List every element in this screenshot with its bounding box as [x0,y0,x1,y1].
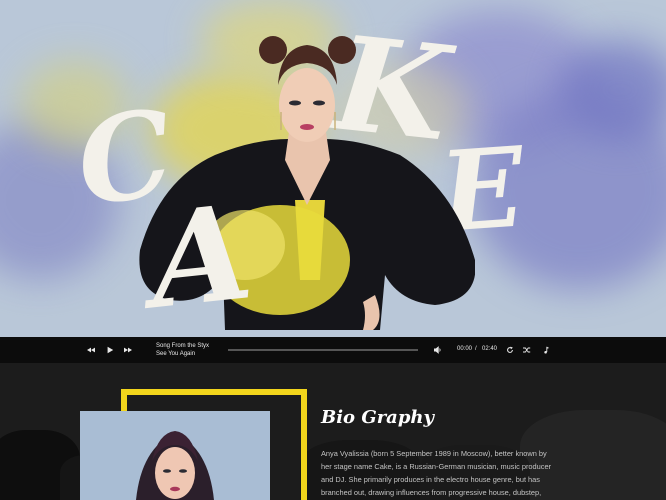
now-playing: Song From the Styx See You Again [156,342,209,358]
shuffle-icon[interactable] [520,337,534,363]
hero-letter-a: A [142,175,261,337]
biography-section: Bio Graphy Anya Vyalissia (born 5 Septem… [0,363,666,500]
repeat-icon[interactable] [503,337,517,363]
music-player: Song From the Styx See You Again 00:00 /… [0,337,666,363]
time-separator: / [475,346,477,352]
fast-forward-icon[interactable] [121,337,135,363]
playlist-icon[interactable] [539,337,553,363]
total-time: 02:40 [482,346,498,352]
bio-heading: Bio Graphy [321,407,434,428]
progress-bar[interactable] [228,349,418,351]
play-icon[interactable] [103,337,117,363]
bio-paragraph: Anya Vyalissia (born 5 September 1989 in… [321,449,552,497]
biography-photo [80,411,270,500]
artist-portrait [136,431,214,500]
current-time: 00:00 [457,346,473,352]
hero-banner: C K E A [0,0,666,337]
song-subtitle: See You Again [156,351,196,357]
song-title: Song From the Styx [156,343,210,349]
volume-icon[interactable] [431,337,445,363]
rewind-icon[interactable] [84,337,98,363]
